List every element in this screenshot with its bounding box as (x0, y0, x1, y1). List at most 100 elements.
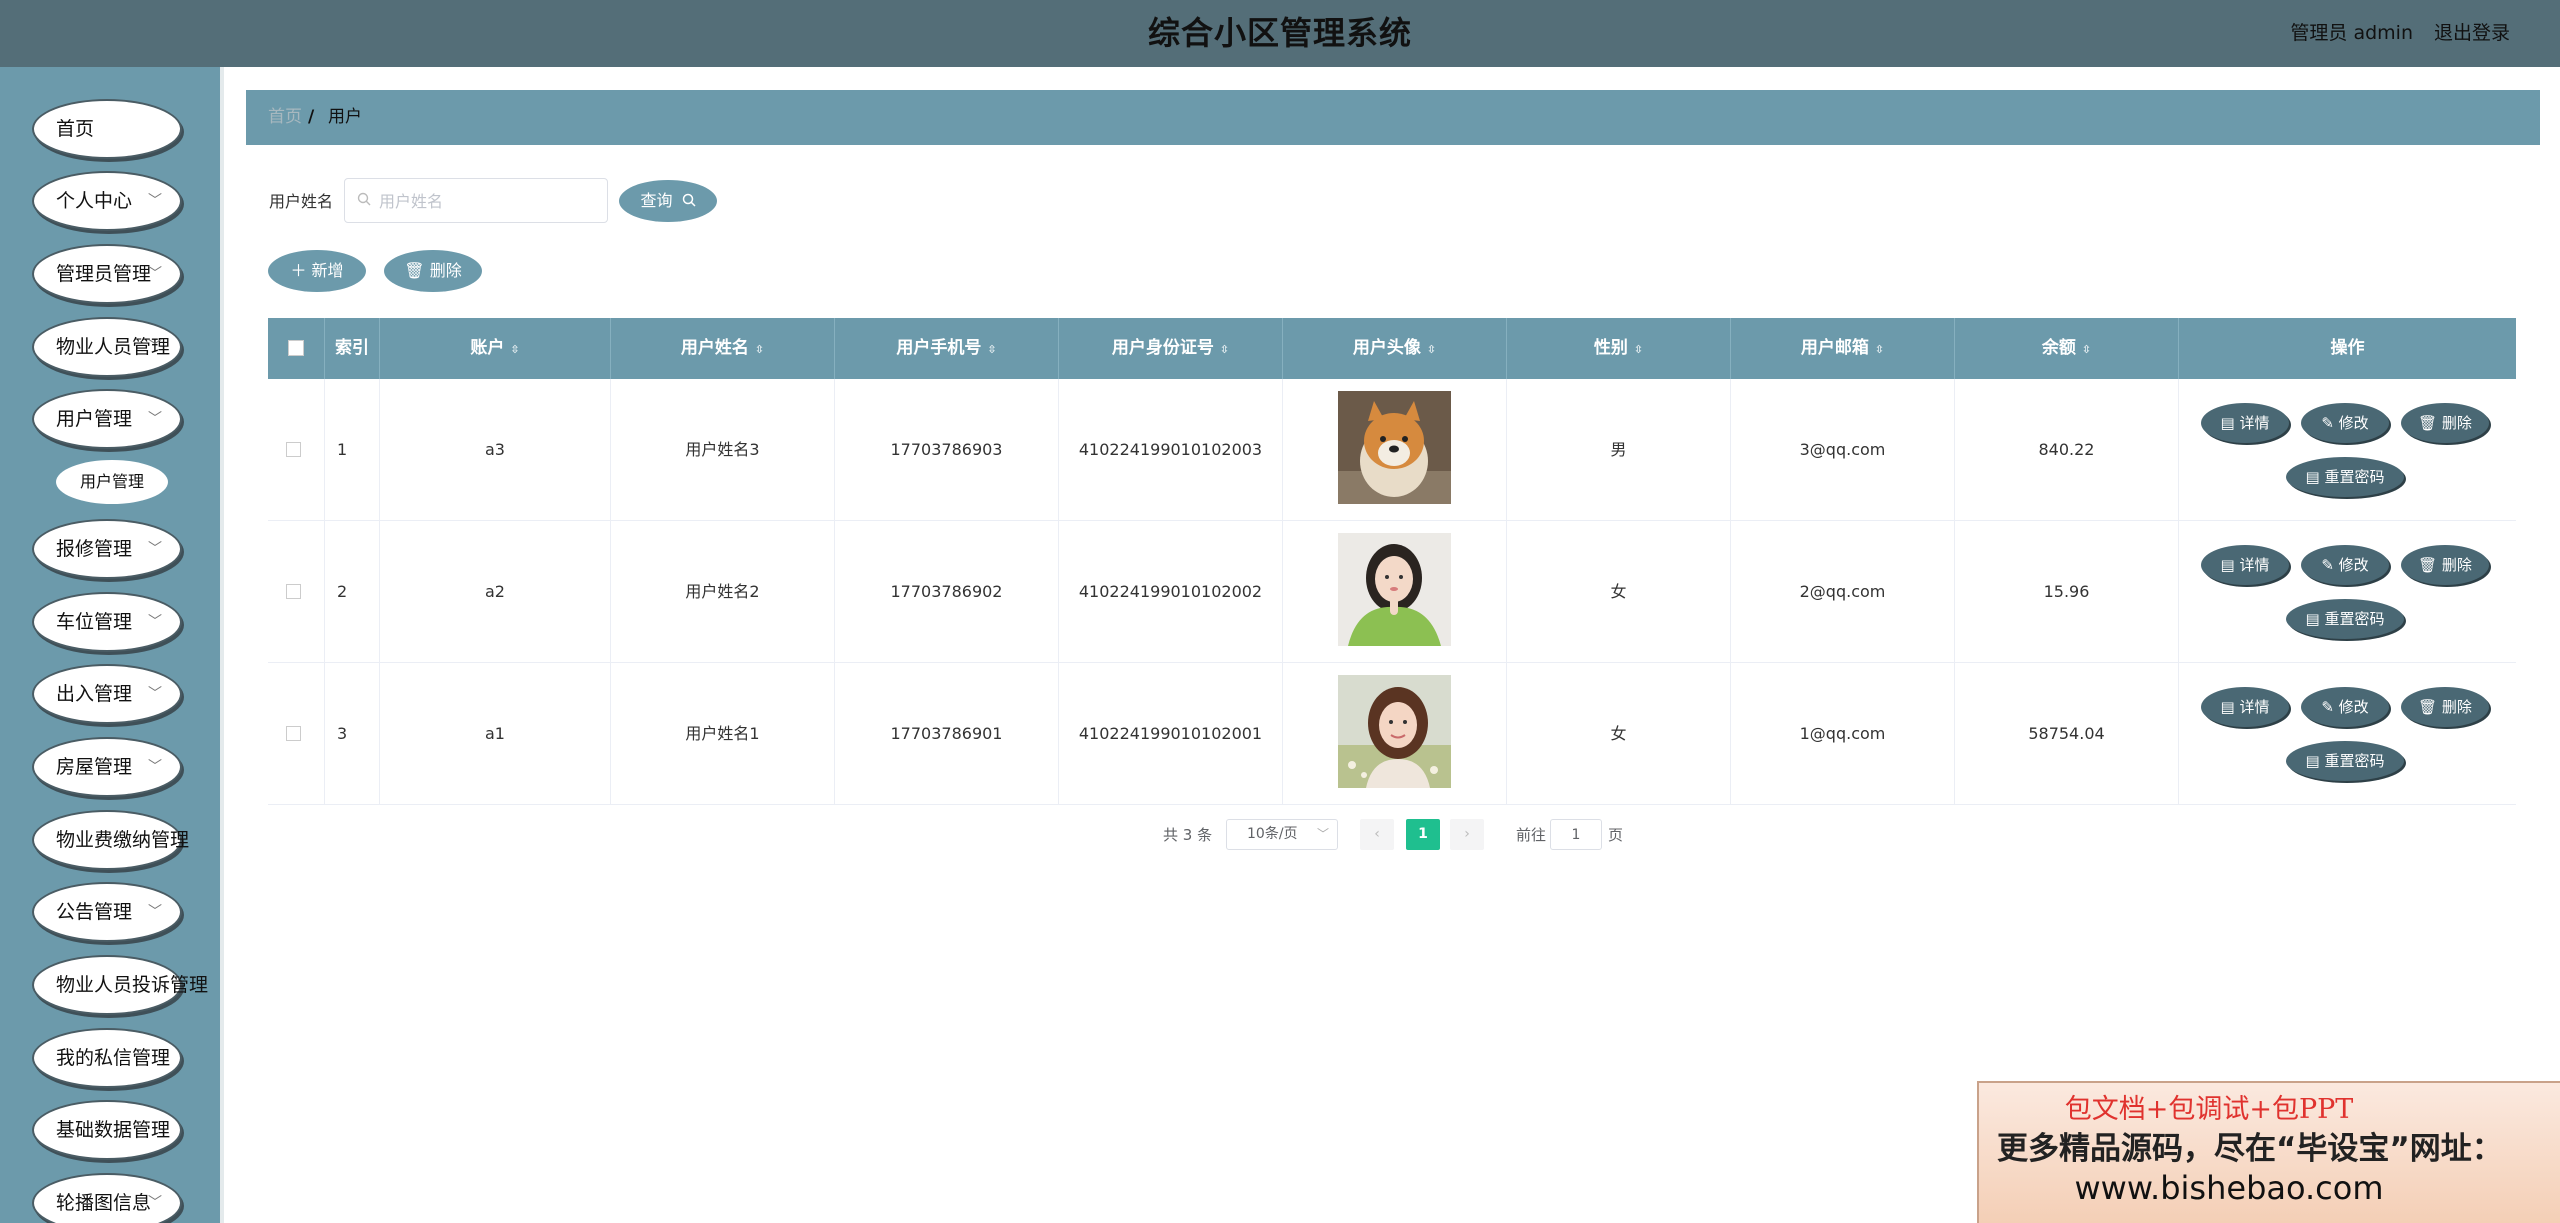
page-number-current[interactable]: 1 (1406, 819, 1440, 850)
promo-url: www.bishebao.com (2074, 1169, 2384, 1207)
cell-name: 用户姓名1 (611, 663, 835, 805)
batch-delete-button[interactable]: 🗑 删除 (384, 250, 482, 292)
delete-button[interactable]: 🗑 删除 (2401, 687, 2489, 727)
cell-actions: ▤ 详情 ✎ 修改 🗑 删除 ▤ 重置密码 (2179, 379, 2516, 521)
sidebar-item-staff-complaints[interactable]: 物业人员投诉管理 (32, 955, 208, 1015)
sidebar-item-personal-center[interactable]: 个人中心 ﹀ (32, 171, 182, 231)
column-header-label: 用户姓名 (680, 338, 749, 358)
delete-button-label: 删除 (2441, 698, 2472, 716)
row-checkbox[interactable] (286, 442, 301, 457)
cell-avatar (1283, 521, 1507, 663)
sidebar-item-home[interactable]: 首页 (32, 99, 182, 159)
sidebar-item-label: 房屋管理 (56, 756, 133, 778)
avatar (1338, 533, 1451, 646)
plus-icon: ＋ (290, 261, 307, 280)
reset-password-button[interactable]: ▤ 重置密码 (2286, 457, 2404, 497)
delete-button[interactable]: 🗑 删除 (2401, 403, 2489, 443)
sort-icon: ⇳ (1219, 343, 1230, 356)
row-checkbox[interactable] (286, 726, 301, 741)
sidebar-item-user-management[interactable]: 用户管理 ﹀ (32, 389, 182, 449)
sidebar-item-admin-management[interactable]: 管理员管理 ﹀ (32, 244, 182, 304)
sort-icon: ⇳ (1874, 343, 1885, 356)
add-button-label: 新增 (311, 261, 344, 280)
delete-button-label: 删除 (2441, 556, 2472, 574)
cell-email: 2@qq.com (1731, 521, 1955, 663)
cell-account: a3 (380, 379, 611, 521)
sidebar-item-basic-data[interactable]: 基础数据管理 (32, 1100, 182, 1160)
add-button[interactable]: ＋ 新增 (268, 250, 366, 292)
edit-button[interactable]: ✎ 修改 (2301, 403, 2389, 443)
pencil-icon: ✎ (2321, 556, 2339, 574)
cell-phone: 17703786902 (835, 521, 1059, 663)
row-select-cell (268, 379, 325, 521)
column-header-name[interactable]: 用户姓名 ⇳ (611, 318, 835, 379)
document-icon: ▤ (2220, 698, 2240, 716)
prev-page-button[interactable]: ‹ (1360, 819, 1394, 850)
sidebar-item-label: 出入管理 (56, 683, 133, 705)
column-header-account[interactable]: 账户 ⇳ (380, 318, 611, 379)
edit-button[interactable]: ✎ 修改 (2301, 687, 2389, 727)
top-header: 综合小区管理系统 管理员 admin 退出登录 (0, 0, 2560, 67)
delete-button[interactable]: 🗑 删除 (2401, 545, 2489, 585)
sidebar-item-private-messages[interactable]: 我的私信管理 (32, 1028, 182, 1088)
avatar (1338, 675, 1451, 788)
sidebar-item-access[interactable]: 出入管理 ﹀ (32, 664, 182, 724)
shiba-dog-photo-icon (1338, 391, 1451, 504)
reset-password-button[interactable]: ▤ 重置密码 (2286, 599, 2404, 639)
cell-phone: 17703786901 (835, 663, 1059, 805)
logout-link[interactable]: 退出登录 (2434, 0, 2510, 67)
promo-line-1: 包文档+包调试+包PPT (2064, 1094, 2354, 1125)
next-page-button[interactable]: › (1450, 819, 1484, 850)
query-button-label: 查询 (640, 191, 673, 210)
column-header-balance[interactable]: 余额 ⇳ (1955, 318, 2179, 379)
select-all-checkbox[interactable] (288, 340, 304, 356)
sidebar-item-repair[interactable]: 报修管理 ﹀ (32, 519, 182, 579)
sidebar-item-carousel[interactable]: 轮播图信息 ﹀ (32, 1173, 182, 1223)
sidebar-item-label: 用户管理 (56, 408, 133, 430)
edit-button-label: 修改 (2338, 414, 2369, 432)
detail-button[interactable]: ▤ 详情 (2201, 545, 2289, 585)
column-header-label: 操作 (2330, 338, 2365, 358)
table-row: 3 a1 用户姓名1 17703786901 41022419901010200… (268, 663, 2516, 805)
sidebar-item-parking[interactable]: 车位管理 ﹀ (32, 592, 182, 652)
sidebar-item-housing[interactable]: 房屋管理 ﹀ (32, 737, 182, 797)
query-button[interactable]: 查询 (619, 180, 717, 222)
column-header-email[interactable]: 用户邮箱 ⇳ (1731, 318, 1955, 379)
page-size-select[interactable]: 10条/页 ﹀ (1226, 819, 1338, 850)
chevron-down-icon: ﹀ (148, 614, 162, 630)
reset-password-button-label: 重置密码 (2324, 752, 2385, 770)
edit-button[interactable]: ✎ 修改 (2301, 545, 2389, 585)
breadcrumb: 首页 / 用户 (246, 90, 2540, 145)
sidebar-item-property-staff[interactable]: 物业人员管理 ﹀ (32, 317, 182, 377)
breadcrumb-home-link[interactable]: 首页 (268, 90, 302, 145)
column-header-gender[interactable]: 性别 ⇳ (1507, 318, 1731, 379)
column-header-label: 用户手机号 (896, 338, 982, 358)
row-checkbox[interactable] (286, 584, 301, 599)
column-header-label: 索引 (335, 338, 369, 358)
search-input[interactable] (379, 188, 599, 214)
column-header-phone[interactable]: 用户手机号 ⇳ (835, 318, 1059, 379)
chevron-down-icon: ﹀ (148, 686, 162, 702)
sidebar-subitem-user-management[interactable]: 用户管理 (56, 460, 168, 504)
detail-button[interactable]: ▤ 详情 (2201, 403, 2289, 443)
cell-id-card: 410224199010102002 (1059, 521, 1283, 663)
edit-button-label: 修改 (2338, 698, 2369, 716)
reset-password-button[interactable]: ▤ 重置密码 (2286, 741, 2404, 781)
column-header-id-card[interactable]: 用户身份证号 ⇳ (1059, 318, 1283, 379)
search-label: 用户姓名 (269, 192, 334, 211)
sidebar-item-announcement[interactable]: 公告管理 ﹀ (32, 882, 182, 942)
cell-name: 用户姓名2 (611, 521, 835, 663)
column-header-avatar[interactable]: 用户头像 ⇳ (1283, 318, 1507, 379)
cell-gender: 女 (1507, 663, 1731, 805)
column-header-label: 用户头像 (1352, 338, 1421, 358)
chevron-left-icon: ‹ (1374, 826, 1380, 842)
cell-avatar (1283, 663, 1507, 805)
goto-page-input[interactable] (1550, 819, 1602, 850)
promo-banner: 包文档+包调试+包PPT 更多精品源码，尽在“毕设宝”网址： www.bishe… (1977, 1081, 2560, 1223)
sidebar-item-label: 管理员管理 (56, 263, 152, 285)
document-icon: ▤ (2220, 556, 2240, 574)
detail-button[interactable]: ▤ 详情 (2201, 687, 2289, 727)
sidebar-item-property-fee[interactable]: 物业费缴纳管理 (32, 810, 189, 870)
table-row: 1 a3 用户姓名3 17703786903 41022419901010200… (268, 379, 2516, 521)
chevron-down-icon: ﹀ (148, 1195, 162, 1211)
